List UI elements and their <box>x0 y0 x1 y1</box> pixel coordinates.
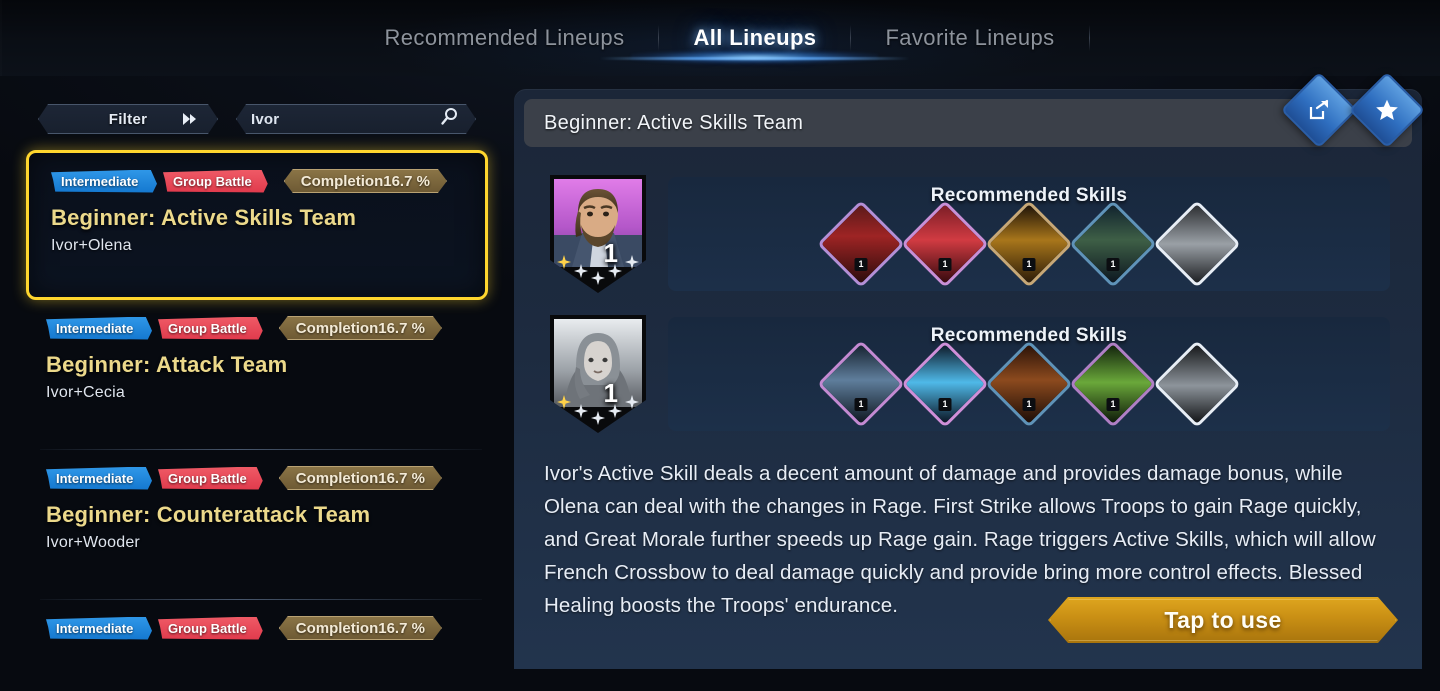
hero-portrait-art <box>554 319 642 407</box>
tab-favorite-lineups[interactable]: Favorite Lineups <box>851 0 1088 76</box>
hero-row: 1 Recommended Skills 1 1 1 1 <box>550 175 1390 293</box>
double-chevron-right-icon <box>181 112 199 126</box>
recommended-skills-box: Recommended Skills 1 1 1 1 <box>668 317 1390 431</box>
star-icon <box>1374 97 1400 123</box>
search-input[interactable]: Ivor <box>236 104 476 134</box>
tap-to-use-label: Tap to use <box>1164 606 1282 633</box>
lineup-list: Intermediate Group Battle Completion16.7… <box>26 150 488 691</box>
tab-list: Recommended Lineups All Lineups Favorite… <box>351 0 1090 76</box>
share-icon <box>1307 98 1331 122</box>
favorite-button[interactable] <box>1348 71 1426 149</box>
star-icon <box>574 404 588 418</box>
star-icon <box>608 264 622 278</box>
badge-group: Intermediate Group Battle Completion16.7… <box>46 616 470 640</box>
skill-level: 1 <box>854 258 868 271</box>
share-button[interactable] <box>1280 71 1358 149</box>
hero-portrait[interactable]: 1 <box>550 315 646 433</box>
detail-header: Beginner: Active Skills Team <box>524 99 1412 147</box>
completion-badge: Completion16.7 % <box>284 169 447 193</box>
star-icon <box>591 271 605 285</box>
battle-type-badge: Group Battle <box>158 616 263 640</box>
skill-icon[interactable]: 1 <box>1069 200 1157 288</box>
star-icon <box>625 395 639 409</box>
lineup-detail-panel: Beginner: Active Skills Team 1 Recommend… <box>514 71 1426 669</box>
lineup-list-item[interactable]: Intermediate Group Battle Completion16.7… <box>26 450 488 600</box>
skill-icon[interactable]: 1 <box>1069 340 1157 428</box>
completion-badge: Completion16.7 % <box>279 616 442 640</box>
skill-level: 1 <box>1022 258 1036 271</box>
lineup-title: Beginner: Active Skills Team <box>51 205 357 230</box>
tap-to-use-button[interactable]: Tap to use <box>1048 597 1398 643</box>
skill-icon[interactable]: 1 <box>901 340 989 428</box>
skill-list: 1 1 1 1 <box>668 340 1390 428</box>
hero-star-rating <box>550 395 646 425</box>
battle-type-badge: Group Battle <box>158 466 263 490</box>
badge-group: Intermediate Group Battle Completion16.7… <box>46 316 470 340</box>
skill-level: 1 <box>938 398 952 411</box>
lineup-heroes: Ivor+Wooder <box>46 534 140 551</box>
skill-icon[interactable]: 1 <box>901 200 989 288</box>
completion-badge: Completion16.7 % <box>279 316 442 340</box>
top-tab-bar: Recommended Lineups All Lineups Favorite… <box>0 0 1440 76</box>
lineup-list-item[interactable]: Intermediate Group Battle Completion16.7… <box>26 300 488 450</box>
hero-portrait[interactable]: 1 <box>550 175 646 293</box>
badge-group: Intermediate Group Battle Completion16.7… <box>51 169 467 193</box>
hero-star-rating <box>550 255 646 285</box>
skill-level: 1 <box>1022 398 1036 411</box>
detail-title: Beginner: Active Skills Team <box>544 111 804 134</box>
skill-icon[interactable]: 1 <box>817 200 905 288</box>
difficulty-badge: Intermediate <box>46 616 152 640</box>
difficulty-badge: Intermediate <box>51 169 157 193</box>
tab-recommended-lineups[interactable]: Recommended Lineups <box>351 0 659 76</box>
skill-icon[interactable] <box>1153 340 1241 428</box>
battle-type-badge: Group Battle <box>158 316 263 340</box>
completion-badge: Completion16.7 % <box>279 466 442 490</box>
tab-divider <box>1088 25 1090 51</box>
hero-portrait-art <box>554 179 642 267</box>
search-icon[interactable] <box>439 107 459 132</box>
skill-level: 1 <box>938 258 952 271</box>
skill-level: 1 <box>1106 258 1120 271</box>
lineup-browser-screen: Recommended Lineups All Lineups Favorite… <box>0 0 1440 691</box>
skill-icon[interactable]: 1 <box>817 340 905 428</box>
skill-icon[interactable] <box>1153 200 1241 288</box>
star-icon <box>625 255 639 269</box>
skill-icon[interactable]: 1 <box>985 340 1073 428</box>
recommended-skills-box: Recommended Skills 1 1 1 1 <box>668 177 1390 291</box>
badge-group: Intermediate Group Battle Completion16.7… <box>46 466 470 490</box>
star-icon-lit <box>557 255 571 269</box>
star-icon-lit <box>557 395 571 409</box>
tab-all-lineups[interactable]: All Lineups <box>659 0 850 76</box>
star-icon <box>608 404 622 418</box>
lineup-title: Beginner: Attack Team <box>46 352 288 377</box>
lineup-list-item[interactable]: Intermediate Group Battle Completion16.7… <box>26 600 488 691</box>
skill-icon[interactable]: 1 <box>985 200 1073 288</box>
lineup-list-column: Filter Ivor Intermediate Group Battle Co… <box>0 76 510 691</box>
lineup-heroes: Ivor+Cecia <box>46 384 125 401</box>
detail-header-actions <box>1280 71 1426 149</box>
star-icon <box>591 411 605 425</box>
lineup-title: Beginner: Counterattack Team <box>46 502 371 527</box>
skill-level: 1 <box>1106 398 1120 411</box>
skill-level: 1 <box>854 398 868 411</box>
filter-button[interactable]: Filter <box>38 104 218 134</box>
filter-label: Filter <box>108 110 148 128</box>
skill-list: 1 1 1 1 <box>668 200 1390 288</box>
difficulty-badge: Intermediate <box>46 466 152 490</box>
star-icon <box>574 264 588 278</box>
lineup-heroes: Ivor+Olena <box>51 237 132 254</box>
difficulty-badge: Intermediate <box>46 316 152 340</box>
hero-row: 1 Recommended Skills 1 1 1 1 <box>550 315 1390 433</box>
lineup-list-item[interactable]: Intermediate Group Battle Completion16.7… <box>26 150 488 300</box>
search-value: Ivor <box>251 110 280 128</box>
battle-type-badge: Group Battle <box>163 169 268 193</box>
list-controls: Filter Ivor <box>38 104 476 134</box>
